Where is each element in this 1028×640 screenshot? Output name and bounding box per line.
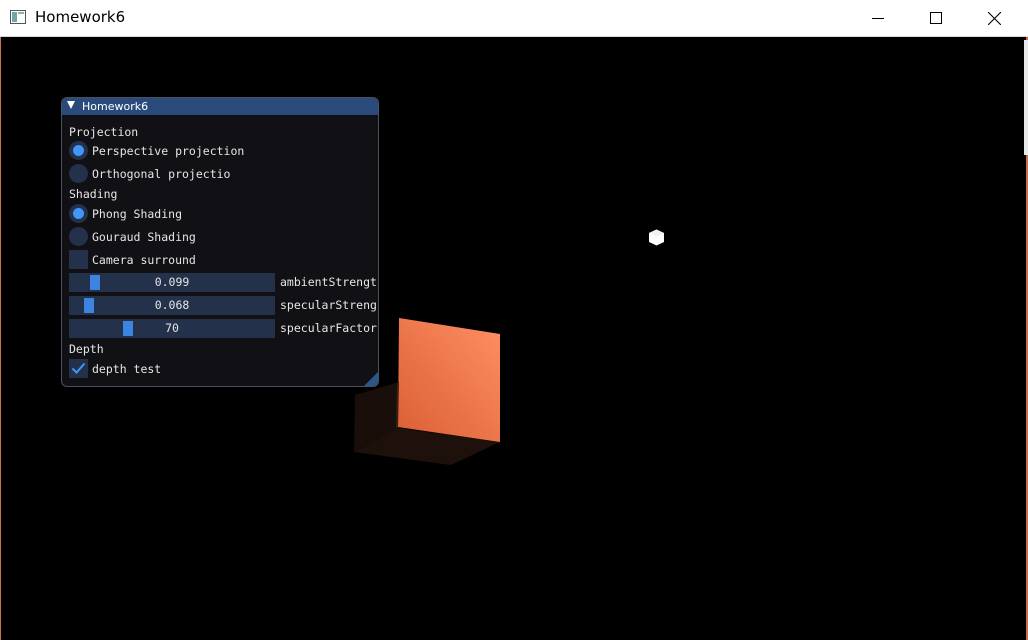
- panel-title: Homework6: [82, 100, 149, 113]
- specular-factor-slider[interactable]: 70: [69, 319, 275, 338]
- settings-panel: Homework6 Projection Perspective project…: [61, 97, 379, 387]
- resize-grip-icon[interactable]: [364, 372, 378, 386]
- close-button[interactable]: [971, 0, 1017, 36]
- slider-label: specularFactor: [280, 321, 377, 335]
- radio-label: Phong Shading: [92, 207, 183, 221]
- title-bar[interactable]: Homework6: [0, 0, 1028, 37]
- radio-button-selected[interactable]: [69, 141, 88, 160]
- maximize-button[interactable]: [913, 0, 959, 36]
- section-label: Depth: [69, 342, 104, 356]
- radio-button[interactable]: [69, 164, 88, 183]
- window-title: Homework6: [35, 8, 126, 26]
- radio-label: Perspective projection: [92, 144, 245, 158]
- maximize-icon: [930, 12, 942, 24]
- radio-button-selected[interactable]: [69, 204, 88, 223]
- slider-value: 0.099: [154, 275, 190, 289]
- radio-label: Gouraud Shading: [92, 230, 196, 244]
- section-label: Projection: [69, 125, 139, 139]
- radio-button[interactable]: [69, 227, 88, 246]
- light-source-cube: [649, 229, 664, 246]
- specular-strength-slider[interactable]: 0.068: [69, 296, 275, 315]
- depth-test-checkbox[interactable]: [69, 359, 88, 378]
- checkbox-label: depth test: [92, 362, 162, 376]
- slider-label: ambientStrengt: [280, 275, 377, 289]
- radio-label: Orthogonal projectio: [92, 167, 231, 181]
- slider-label: specularStreng: [280, 298, 377, 312]
- slider-value: 0.068: [154, 298, 190, 312]
- checkmark-icon: [71, 362, 86, 374]
- app-window: Homework6 Homework6 Projection Perspecti…: [0, 0, 1028, 640]
- ambient-strength-slider[interactable]: 0.099: [69, 273, 275, 292]
- section-label: Shading: [69, 187, 118, 201]
- slider-value: 70: [165, 321, 179, 335]
- collapse-arrow-icon[interactable]: [67, 101, 75, 109]
- camera-surround-checkbox[interactable]: [69, 250, 88, 269]
- checkbox-label: Camera surround: [92, 253, 196, 267]
- minimize-icon: [872, 18, 884, 19]
- app-window-icon: [10, 10, 26, 24]
- panel-title-bar[interactable]: Homework6: [62, 98, 378, 115]
- minimize-button[interactable]: [855, 0, 901, 36]
- close-icon: [987, 11, 1001, 25]
